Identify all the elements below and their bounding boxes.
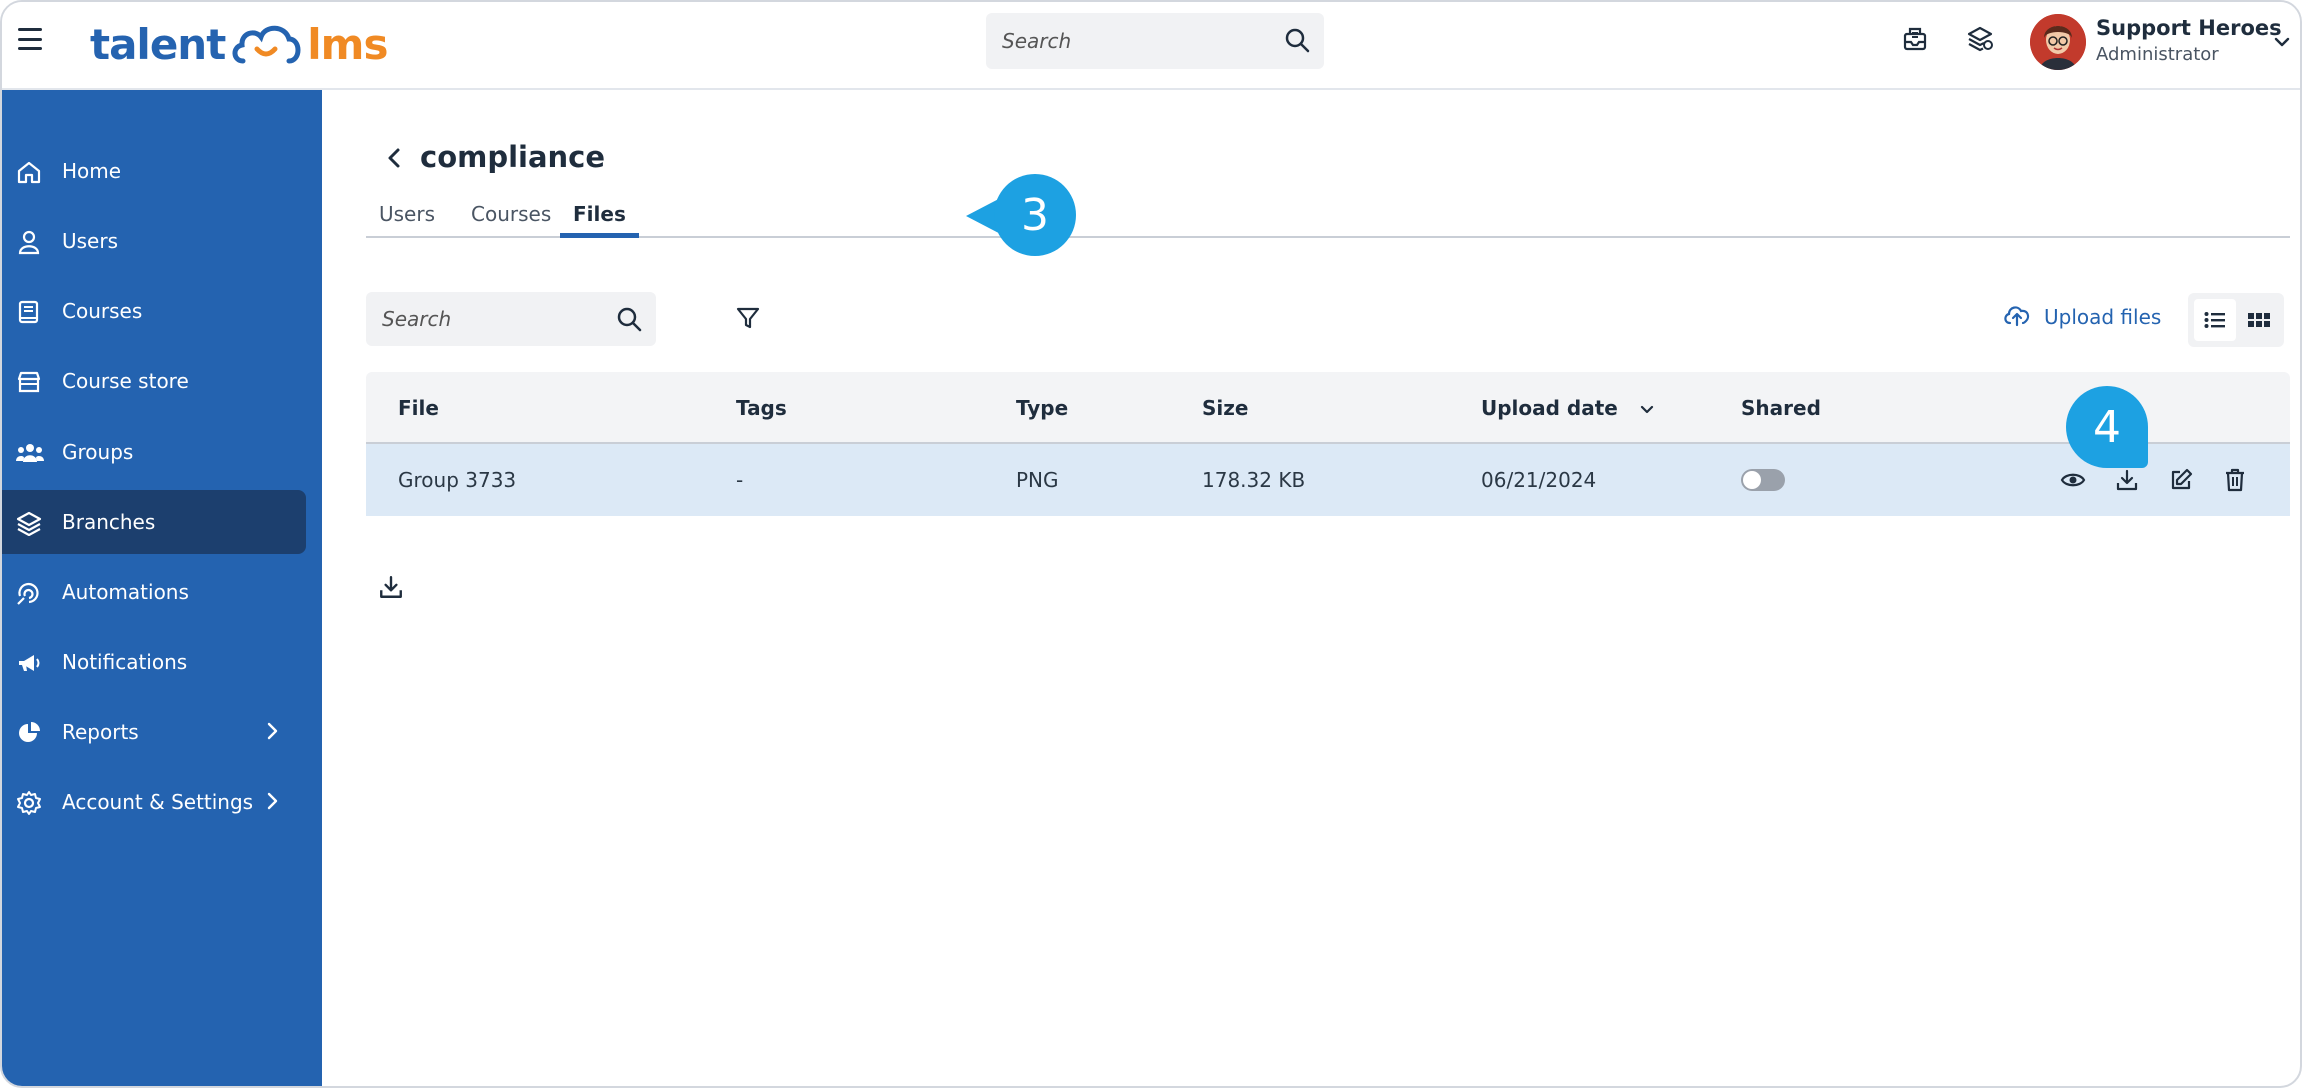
profile-name: Support Heroes <box>2096 16 2282 40</box>
sidebar-item-label: Reports <box>62 720 139 744</box>
sidebar-item-notifications[interactable]: Notifications <box>2 630 306 694</box>
tab-courses[interactable]: Courses <box>458 196 564 238</box>
trash-icon[interactable] <box>2221 466 2249 494</box>
cell-type: PNG <box>1016 468 1059 492</box>
sidebar-item-label: Users <box>62 229 119 253</box>
search-icon[interactable] <box>616 306 642 336</box>
avatar <box>2030 14 2086 70</box>
sidebar-item-label: Groups <box>62 440 134 464</box>
back-arrow-icon[interactable] <box>384 145 404 171</box>
page-title: compliance <box>420 140 606 174</box>
profile-role: Administrator <box>2096 44 2219 65</box>
column-header-file[interactable]: File <box>398 396 439 420</box>
list-view-icon[interactable] <box>2194 299 2236 341</box>
tab-files[interactable]: Files <box>560 196 639 238</box>
user-icon <box>16 229 42 255</box>
top-bar: talent lms Search Support Heroes Adminis… <box>2 2 2300 90</box>
step-callout-4: 4 <box>2066 386 2148 468</box>
shared-toggle[interactable] <box>1741 469 1785 491</box>
app-window: talent lms Search Support Heroes Adminis… <box>0 0 2302 1088</box>
branch-switch-icon[interactable] <box>1965 24 1995 54</box>
sort-chevron-down-icon[interactable] <box>1639 398 1655 422</box>
book-icon <box>16 299 42 325</box>
files-search-input[interactable] <box>366 292 596 346</box>
pie-chart-icon <box>16 720 42 746</box>
sidebar-item-automations[interactable]: Automations <box>2 560 306 624</box>
tab-users[interactable]: Users <box>366 196 448 238</box>
messages-icon[interactable] <box>1900 24 1930 54</box>
sidebar-item-account-settings[interactable]: Account & Settings <box>2 770 306 834</box>
sidebar-item-users[interactable]: Users <box>2 209 306 273</box>
sidebar-item-label: Automations <box>62 580 189 604</box>
logo-text-talent: talent <box>90 19 226 69</box>
table-header: File Tags Type Size Upload date Shared <box>366 372 2290 444</box>
chevron-right-icon <box>262 790 282 817</box>
filter-icon[interactable] <box>736 306 760 334</box>
store-icon <box>16 369 42 395</box>
edit-icon[interactable] <box>2167 466 2195 494</box>
upload-files-label: Upload files <box>2044 305 2162 329</box>
sidebar-item-label: Branches <box>62 510 156 534</box>
sidebar-item-reports[interactable]: Reports <box>2 700 306 764</box>
sidebar-item-course-store[interactable]: Course store <box>2 349 306 413</box>
chevron-down-icon[interactable] <box>2272 32 2292 56</box>
column-header-upload-date[interactable]: Upload date <box>1481 396 1655 422</box>
sidebar-item-courses[interactable]: Courses <box>2 279 306 343</box>
sidebar-item-label: Home <box>62 159 122 183</box>
step-callout-3: 3 <box>994 174 1076 256</box>
toggle-knob <box>1743 471 1761 489</box>
main-content: compliance Users Courses Files 3 Upload … <box>322 90 2300 1086</box>
preview-eye-icon[interactable] <box>2059 466 2087 494</box>
sidebar-item-label: Courses <box>62 299 143 323</box>
table-row[interactable]: Group 3733 - PNG 178.32 KB 06/21/2024 <box>366 444 2290 516</box>
upload-files-button[interactable]: Upload files <box>2002 302 2161 332</box>
column-header-upload-date-label: Upload date <box>1481 396 1618 420</box>
tab-bar: Users Courses Files <box>366 196 2290 238</box>
column-header-tags: Tags <box>736 396 787 420</box>
logo-text-lms: lms <box>307 19 388 69</box>
files-search <box>366 292 656 346</box>
column-header-type[interactable]: Type <box>1016 396 1068 420</box>
layers-icon <box>16 510 42 537</box>
user-profile-menu[interactable]: Support Heroes Administrator <box>2026 10 2296 76</box>
global-search-input[interactable] <box>986 13 1256 69</box>
column-header-size[interactable]: Size <box>1202 396 1248 420</box>
sidebar-item-branches[interactable]: Branches <box>2 490 306 554</box>
sidebar-item-label: Notifications <box>62 650 188 674</box>
home-icon <box>16 159 42 185</box>
sidebar-item-home[interactable]: Home <box>2 139 306 203</box>
cell-upload-date: 06/21/2024 <box>1481 468 1597 492</box>
cell-tags: - <box>736 468 744 492</box>
cloud-upload-icon <box>2002 303 2032 332</box>
search-icon[interactable] <box>1284 27 1310 57</box>
megaphone-icon <box>16 650 42 676</box>
view-toggle <box>2188 293 2284 347</box>
column-header-shared: Shared <box>1741 396 1821 420</box>
groups-icon <box>16 440 44 466</box>
files-table: File Tags Type Size Upload date Shared G… <box>366 372 2290 516</box>
export-download-icon[interactable] <box>378 574 404 604</box>
sidebar-item-label: Account & Settings <box>62 790 254 814</box>
sidebar: Home Users Courses Course store Groups B… <box>2 90 322 1086</box>
global-search <box>986 13 1324 69</box>
sidebar-item-label: Course store <box>62 369 189 393</box>
automation-icon <box>16 580 42 606</box>
sidebar-item-groups[interactable]: Groups <box>2 420 306 484</box>
app-logo[interactable]: talent lms <box>90 14 388 74</box>
gear-icon <box>16 790 42 816</box>
hamburger-menu-icon[interactable] <box>18 28 42 50</box>
cell-size: 178.32 KB <box>1202 468 1306 492</box>
cell-file-name: Group 3733 <box>398 468 517 492</box>
chevron-right-icon <box>262 720 282 747</box>
grid-view-icon[interactable] <box>2238 299 2280 341</box>
download-icon[interactable] <box>2113 466 2141 494</box>
cloud-logo-icon <box>232 25 301 64</box>
